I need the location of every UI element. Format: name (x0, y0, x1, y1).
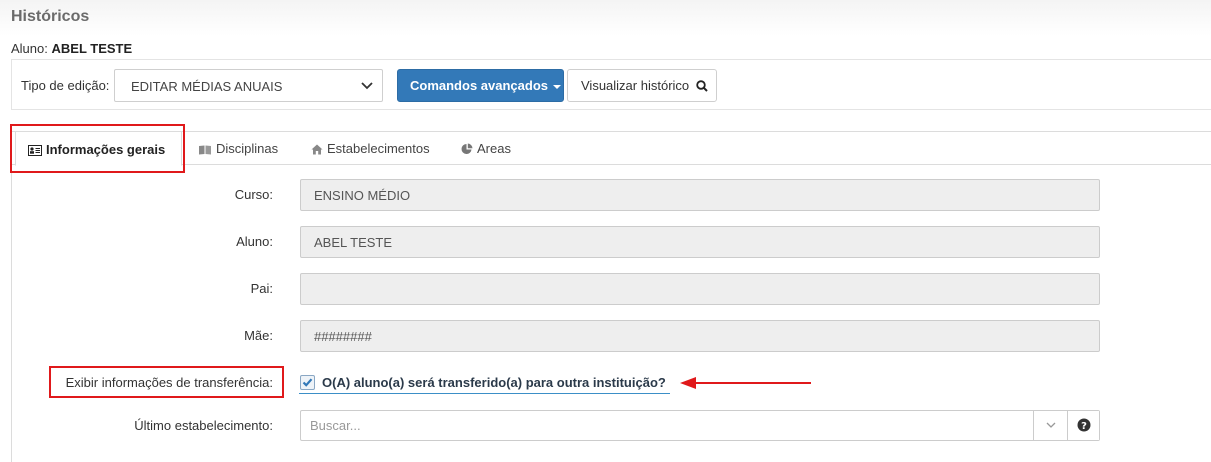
chevron-down-icon (1046, 422, 1056, 428)
view-history-label: Visualizar histórico (581, 78, 690, 93)
edit-type-select[interactable]: EDITAR MÉDIAS ANUAIS (114, 69, 383, 102)
transfer-label: Exibir informações de transferência: (65, 375, 273, 390)
mother-label: Mãe: (244, 328, 273, 343)
advanced-commands-label: Comandos avançados (410, 78, 548, 93)
student-line: Aluno: ABEL TESTE (11, 41, 132, 56)
search-icon (696, 80, 708, 92)
last-establishment-search[interactable]: Buscar... ? (300, 410, 1100, 441)
tab-disciplines[interactable]: Disciplinas (198, 132, 278, 165)
tab-label: Estabelecimentos (327, 141, 430, 156)
course-label: Curso: (234, 187, 273, 202)
id-card-icon (28, 145, 42, 156)
tab-establishments[interactable]: Estabelecimentos (311, 132, 430, 165)
tabs-bar: Informações gerais Disciplinas Estabelec… (11, 131, 1211, 166)
tab-label: Disciplinas (216, 141, 279, 156)
dropdown-toggle[interactable] (1033, 411, 1067, 440)
tab-areas[interactable]: Areas (461, 132, 511, 165)
help-icon: ? (1077, 418, 1091, 432)
father-label: Pai: (250, 281, 273, 296)
advanced-commands-button[interactable]: Comandos avançados (397, 69, 564, 102)
chevron-down-icon (361, 82, 373, 90)
help-button[interactable]: ? (1067, 411, 1099, 440)
tab-label: Informações gerais (46, 142, 166, 157)
edit-type-value: EDITAR MÉDIAS ANUAIS (131, 79, 283, 94)
pie-chart-icon (461, 143, 473, 154)
mother-field: ######## (300, 320, 1100, 352)
last-establishment-label: Último estabelecimento: (134, 418, 273, 433)
caret-down-icon (553, 84, 561, 89)
annotation-arrow-icon (680, 377, 811, 389)
transfer-checkbox-label: O(A) aluno(a) será transferido(a) para o… (322, 375, 666, 390)
view-history-button[interactable]: Visualizar histórico (567, 69, 717, 102)
transfer-checkbox-row[interactable]: O(A) aluno(a) será transferido(a) para o… (299, 372, 670, 394)
search-placeholder: Buscar... (310, 418, 361, 433)
toolbar: Tipo de edição: EDITAR MÉDIAS ANUAIS Com… (11, 59, 1211, 110)
edit-type-label: Tipo de edição: (21, 78, 110, 93)
svg-text:?: ? (1081, 421, 1087, 432)
check-icon (302, 378, 313, 387)
home-icon (311, 144, 323, 155)
book-icon (199, 145, 211, 155)
page-header: Históricos (0, 0, 1211, 36)
page-title: Históricos (11, 8, 90, 25)
transfer-checkbox[interactable] (300, 375, 315, 390)
course-field: ENSINO MÉDIO (300, 179, 1100, 211)
tab-general-info[interactable]: Informações gerais (15, 131, 182, 166)
student-field: ABEL TESTE (300, 226, 1100, 258)
student-name: ABEL TESTE (51, 41, 133, 56)
father-field (300, 273, 1100, 305)
student-field-label: Aluno: (236, 234, 273, 249)
student-label: Aluno: (11, 41, 48, 56)
tab-label: Areas (477, 141, 511, 156)
